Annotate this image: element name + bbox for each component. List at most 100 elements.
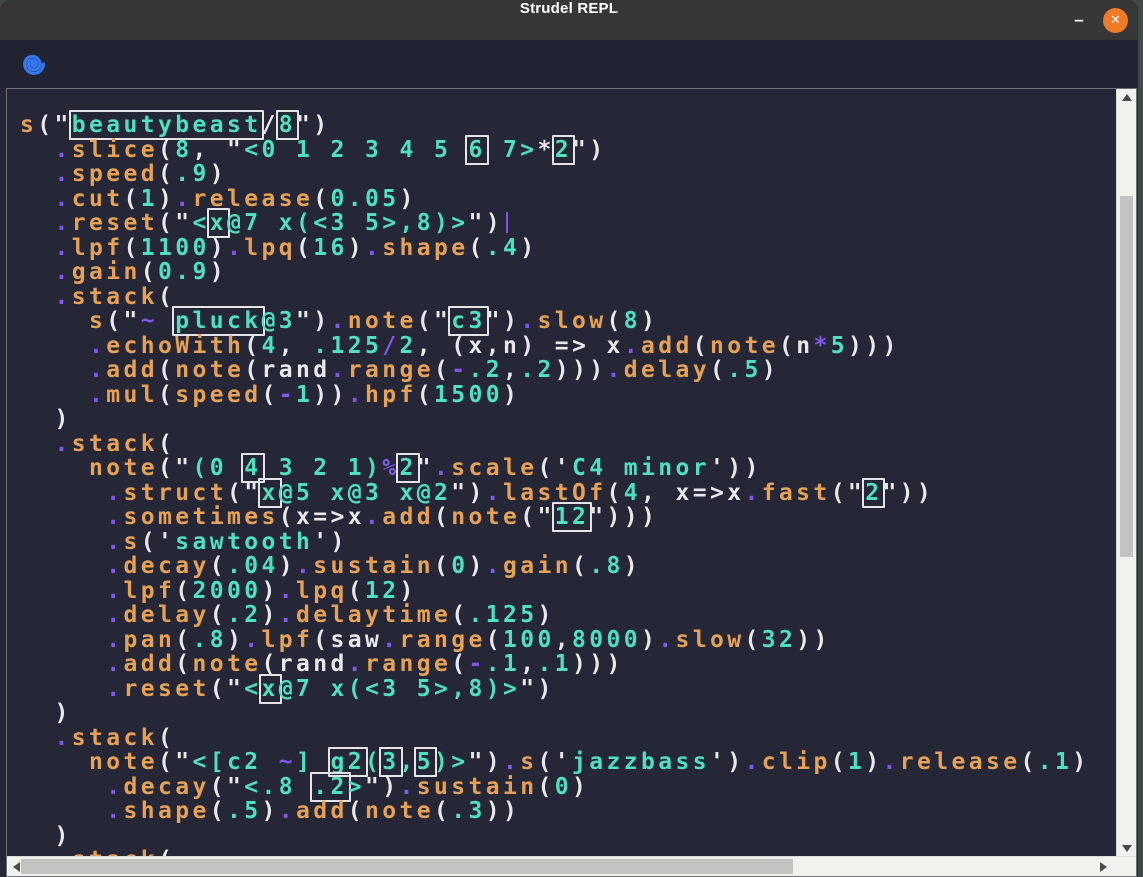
code-token: . [331,308,348,334]
code-token: . [348,382,365,408]
code-token: ") [520,676,555,702]
code-token: shape [382,235,468,261]
close-icon: ✕ [1110,13,1121,28]
code-token [20,333,89,359]
code-token: . [55,725,72,751]
code-token: ( [451,651,468,677]
code-token: - [469,651,486,677]
code-token: ))) [555,357,607,383]
code-token: ( [210,798,227,824]
code-token: decay [124,553,210,579]
code-token: 8 [175,137,192,163]
code-token [20,259,55,285]
code-line: .pan(.8).lpf(saw.range(100,8000).slow(32… [20,628,1116,653]
code-token: s [89,308,106,334]
vertical-scroll-thumb[interactable] [1120,196,1133,557]
code-token: (" [158,210,193,236]
code-token: (" [106,308,141,334]
code-token [20,627,106,653]
scroll-up-button[interactable] [1117,89,1136,105]
code-token: ) [1072,749,1089,775]
code-token: .5 [727,357,762,383]
code-token: ) [624,553,641,579]
code-token: . [89,382,106,408]
code-area[interactable]: s("beautybeast/8") .slice(8, "<0 1 2 3 4… [7,89,1116,856]
code-token: . [227,235,244,261]
code-token: ( [262,382,279,408]
code-token: . [106,553,123,579]
code-token: ( [537,774,554,800]
code-token: "))) [589,504,658,530]
code-token: (0 [193,455,245,481]
code-token: . [279,578,296,604]
active-event-box: c3 [448,306,489,336]
code-token: . [89,357,106,383]
strudel-spiral-icon[interactable] [20,50,48,78]
code-token: ") [468,210,503,236]
code-token: slow [676,627,745,653]
code-token: ) [279,553,296,579]
code-token: lpf [72,235,124,261]
window-title: Strudel REPL [0,0,1138,40]
code-token [20,210,55,236]
code-token: cut [72,186,124,212]
code-token: (" [831,480,866,506]
code-token: 1 [848,749,865,775]
text-cursor [506,212,508,233]
code-token: 0 [451,553,468,579]
code-token: add [106,357,158,383]
code-token: * [813,333,830,359]
code-token: . [55,161,72,187]
scroll-right-button[interactable] [1096,857,1110,876]
code-token: release [900,749,1021,775]
app-window: Strudel REPL – ✕ s("beautybeast/8") .sli… [0,0,1138,877]
editor-panel: s("beautybeast/8") .slice(8, "<0 1 2 3 4… [6,88,1137,877]
code-token: 5 [831,333,848,359]
code-token [20,357,89,383]
code-token: (n [779,333,814,359]
code-token: add [382,504,434,530]
code-token: 0.9 [158,259,210,285]
code-token: " [417,455,434,481]
code-token: jazzbass [572,749,710,775]
code-token: . [279,602,296,628]
code-token: ( [158,137,175,163]
code-line: .reset("<x@7 x(<3 5>,8)>") [20,211,1116,236]
code-token: 0 [555,774,572,800]
scroll-down-button[interactable] [1117,840,1136,856]
minimize-button[interactable]: – [1071,0,1087,40]
close-button[interactable]: ✕ [1103,8,1128,33]
code-line: .speed(.9) [20,162,1116,187]
code-token: (saw [313,627,382,653]
arrow-left-icon [13,862,20,872]
horizontal-scroll-thumb[interactable] [21,859,793,874]
code-token: range [365,651,451,677]
code-token: ) [262,798,279,824]
code-token: ( [417,382,434,408]
code-token: ) [262,578,279,604]
code-token: ( [348,578,365,604]
code-token: .2 [520,357,555,383]
code-token: . [624,333,641,359]
code-token: ( [710,357,727,383]
code-token [20,529,106,555]
code-token: ") [451,480,486,506]
vertical-scrollbar[interactable] [1116,89,1136,856]
code-token: note [193,651,262,677]
code-token: reset [72,210,158,236]
code-token: ( [158,382,175,408]
code-token: / [382,333,399,359]
code-token: ") [365,774,400,800]
code-token: sawtooth [175,529,313,555]
toolbar [0,40,1138,88]
code-token: . [331,357,348,383]
code-token: . [89,333,106,359]
code-token: . [607,357,624,383]
horizontal-scrollbar[interactable] [7,856,1136,876]
code-token: )) [313,382,348,408]
code-token: .04 [227,553,279,579]
code-token: . [106,774,123,800]
code-token: speed [175,382,261,408]
code-line: .lpf(2000).lpq(12) [20,579,1116,604]
code-token: (" [37,112,72,138]
